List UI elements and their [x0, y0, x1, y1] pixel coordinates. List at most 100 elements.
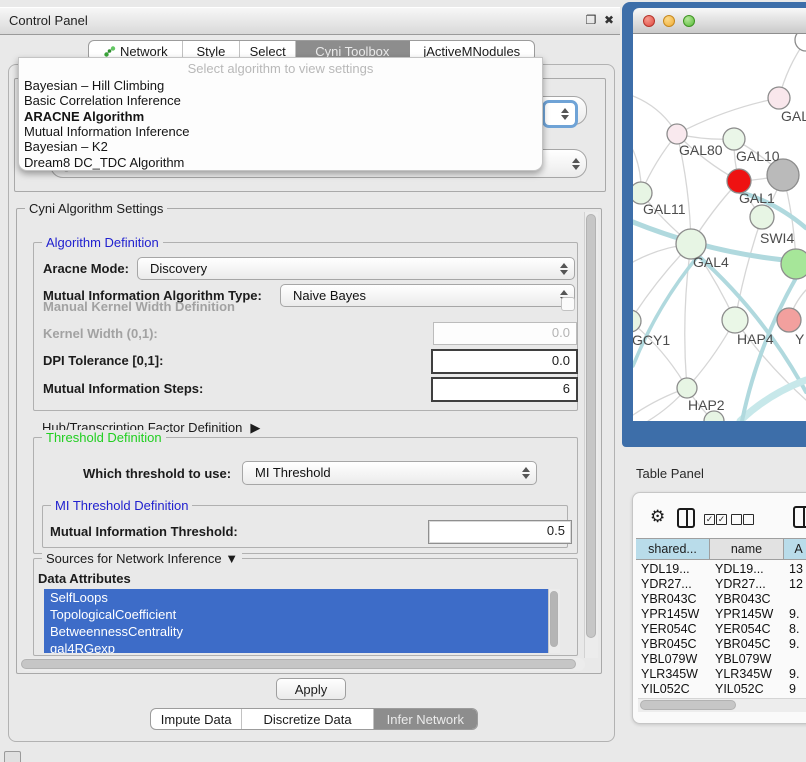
combobox-focus-spinner[interactable]	[542, 100, 578, 128]
table-cell[interactable]: 12	[789, 576, 806, 591]
network-icon	[103, 45, 116, 58]
table-cell[interactable]: YBR045C	[715, 636, 785, 651]
kernel-width-field[interactable]: 0.0	[433, 322, 577, 345]
mi-threshold-title: MI Threshold Definition	[51, 498, 192, 513]
network-node-swi4[interactable]	[750, 205, 774, 229]
node-label-hap2: HAP2	[688, 397, 725, 413]
manual-kernel-checkbox[interactable]	[561, 297, 575, 311]
network-node-hap2[interactable]	[677, 378, 697, 398]
float-window-icon[interactable]: ❐	[583, 12, 599, 28]
node-label-swi4: SWI4	[760, 230, 794, 246]
network-node[interactable]	[781, 249, 806, 279]
minimize-traffic-light-icon[interactable]	[663, 15, 675, 27]
table-cell[interactable]: YBR043C	[641, 591, 711, 606]
unchecked-checkbox-icon[interactable]	[743, 514, 754, 525]
table-cell[interactable]: YER054C	[641, 621, 711, 636]
table-cell[interactable]: 13	[789, 561, 806, 576]
table-cell[interactable]: YDL19...	[715, 561, 785, 576]
network-node-gal80[interactable]	[667, 124, 687, 144]
algorithm-option-basic-correlation-inference[interactable]: Basic Correlation Inference	[24, 93, 181, 108]
close-window-icon[interactable]: ✖	[601, 12, 617, 28]
tab-discretize-data[interactable]: Discretize Data	[242, 709, 373, 729]
algorithm-option-mutual-information-inference[interactable]: Mutual Information Inference	[24, 124, 189, 139]
table-cell[interactable]: YPR145W	[641, 606, 711, 621]
which-threshold-combobox[interactable]: MI Threshold	[242, 461, 537, 485]
table-cell[interactable]: 9.	[789, 606, 806, 621]
column-header-shared[interactable]: shared...	[636, 538, 710, 560]
algorithm-option-aracne-algorithm[interactable]: ARACNE Algorithm	[24, 109, 144, 124]
algorithm-option-bayesian-k2[interactable]: Bayesian – K2	[24, 139, 108, 154]
scrollbar-thumb[interactable]	[550, 591, 558, 647]
table-cell[interactable]: YLR345W	[641, 666, 711, 681]
zoom-traffic-light-icon[interactable]	[683, 15, 695, 27]
table-cell[interactable]: YLR345W	[715, 666, 785, 681]
checked-checkbox-icon[interactable]: ✓	[704, 514, 715, 525]
collapsed-panel-icon[interactable]	[4, 751, 21, 762]
scrollbar-thumb[interactable]	[586, 214, 596, 638]
table-cell[interactable]: YBL079W	[641, 651, 711, 666]
network-node[interactable]	[795, 34, 806, 51]
mi-threshold-field[interactable]: 0.5	[428, 520, 572, 544]
spinner-arrows-icon	[520, 466, 531, 480]
mi-steps-field[interactable]: 6	[431, 377, 578, 402]
attribute-item-betweennesscentrality[interactable]: BetweennessCentrality	[44, 623, 560, 640]
dpi-tolerance-field[interactable]: 0.0	[431, 349, 578, 374]
mi-threshold-field-label: Mutual Information Threshold:	[50, 524, 238, 539]
settings-horizontal-scrollbar[interactable]	[20, 658, 585, 671]
document-icon[interactable]	[793, 506, 806, 528]
scrollbar-thumb[interactable]	[640, 700, 736, 710]
network-node-y[interactable]	[777, 308, 801, 332]
table-cell[interactable]: 9.	[789, 636, 806, 651]
table-cell[interactable]: YDR27...	[641, 576, 711, 591]
table-cell[interactable]: 8.	[789, 621, 806, 636]
dropdown-placeholder: Select algorithm to view settings	[19, 61, 542, 76]
unchecked-checkbox-icon[interactable]	[731, 514, 742, 525]
table-cell[interactable]: YPR145W	[715, 606, 785, 621]
network-canvas[interactable]: GALGAL80GAL10GAL1GAL11SWI4GAL4GCY1HAP4YH…	[633, 34, 806, 421]
algorithm-option-dream8-dc-tdc-algorithm[interactable]: Dream8 DC_TDC Algorithm	[24, 155, 184, 170]
apply-button[interactable]: Apply	[276, 678, 346, 700]
table-cell[interactable]: YIL052C	[715, 681, 785, 696]
attribute-item-selfloops[interactable]: SelfLoops	[44, 589, 560, 606]
table-cell[interactable]: 9.	[789, 666, 806, 681]
table-cell[interactable]	[789, 651, 806, 666]
checked-checkbox-icon[interactable]: ✓	[716, 514, 727, 525]
gear-icon[interactable]: ⚙	[650, 507, 665, 527]
attribute-item-topologicalcoefficient[interactable]: TopologicalCoefficient	[44, 606, 560, 623]
settings-vertical-scrollbar[interactable]	[584, 212, 598, 658]
spinner-arrows-icon	[559, 107, 570, 121]
network-edge[interactable]	[677, 98, 779, 134]
network-node-hap4[interactable]	[722, 307, 748, 333]
network-node-gal[interactable]	[768, 87, 790, 109]
table-cell[interactable]: YBL079W	[715, 651, 785, 666]
scrollbar-thumb[interactable]	[21, 659, 576, 669]
table-cell[interactable]: 9	[789, 681, 806, 696]
table-horizontal-scrollbar[interactable]	[638, 698, 806, 712]
algorithm-option-bayesian-hill-climbing[interactable]: Bayesian – Hill Climbing	[24, 78, 164, 93]
close-traffic-light-icon[interactable]	[643, 15, 655, 27]
aracne-mode-combobox[interactable]: Discovery	[137, 257, 575, 280]
mi-steps-label: Mutual Information Steps:	[43, 381, 203, 396]
tab-impute-data[interactable]: Impute Data	[151, 709, 242, 729]
network-window-titlebar[interactable]	[633, 8, 806, 34]
aracne-mode-label: Aracne Mode:	[43, 261, 129, 276]
table-cell[interactable]: YBR043C	[715, 591, 785, 606]
dpi-tolerance-label: DPI Tolerance [0,1]:	[43, 353, 163, 368]
column-header-a[interactable]: A	[784, 538, 806, 560]
attribute-item-gal4rgexp[interactable]: gal4RGexp	[44, 640, 560, 653]
attributes-list-scrollbar[interactable]	[548, 589, 560, 653]
table-cell[interactable]: YBR045C	[641, 636, 711, 651]
network-node-gal10[interactable]	[723, 128, 745, 150]
tab-infer-network[interactable]: Infer Network	[374, 709, 477, 729]
table-cell[interactable]: YDL19...	[641, 561, 711, 576]
split-columns-icon[interactable]	[677, 508, 695, 528]
node-label-y: Y	[795, 331, 805, 347]
table-cell[interactable]: YDR27...	[715, 576, 785, 591]
table-cell[interactable]: YER054C	[715, 621, 785, 636]
sources-title[interactable]: Sources for Network Inference ▼	[42, 551, 242, 566]
table-cell[interactable]	[789, 591, 806, 606]
table-cell[interactable]: YIL052C	[641, 681, 711, 696]
mi-type-combobox[interactable]: Naive Bayes	[280, 284, 575, 307]
column-header-name[interactable]: name	[710, 538, 784, 560]
data-attributes-list[interactable]: SelfLoopsTopologicalCoefficientBetweenne…	[44, 589, 560, 653]
